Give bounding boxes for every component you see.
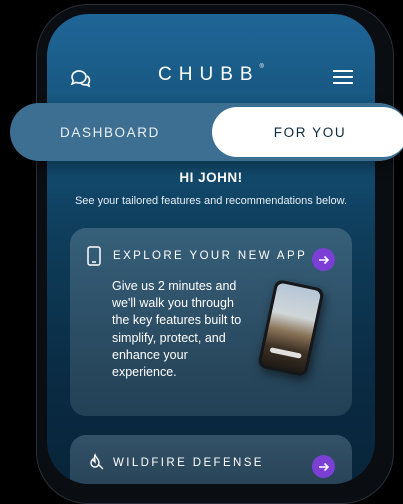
greeting-title: HI JOHN! — [179, 170, 243, 185]
card-title: EXPLORE YOUR NEW APP — [113, 250, 308, 262]
chubb-logo: CHUBB® — [47, 64, 375, 86]
explore-app-button[interactable] — [312, 248, 335, 271]
arrow-right-icon — [318, 255, 329, 264]
explore-app-card[interactable]: EXPLORE YOUR NEW APP Give us 2 minutes a… — [70, 228, 352, 416]
app-preview-image — [257, 278, 325, 378]
tab-for-you[interactable]: FOR YOU — [212, 107, 403, 157]
hamburger-menu-icon[interactable] — [333, 70, 353, 89]
wildfire-defense-button[interactable] — [312, 455, 335, 478]
greeting-subtitle: See your tailored features and recommend… — [74, 195, 348, 207]
smartphone-icon — [87, 246, 101, 271]
registered-mark: ® — [259, 64, 264, 70]
arrow-right-icon — [318, 462, 329, 471]
fire-shield-icon — [87, 453, 105, 476]
card-body: Give us 2 minutes and we'll walk you thr… — [112, 279, 242, 380]
tab-dashboard[interactable]: DASHBOARD — [10, 103, 210, 161]
card-title: WILDFIRE DEFENSE — [113, 457, 264, 469]
app-screen: CHUBB® HI JOHN! See your tailored featur… — [47, 14, 375, 484]
view-toggle: DASHBOARD FOR YOU — [10, 103, 403, 161]
logo-text: CHUBB — [158, 64, 260, 85]
wildfire-defense-card[interactable]: WILDFIRE DEFENSE — [70, 435, 352, 484]
